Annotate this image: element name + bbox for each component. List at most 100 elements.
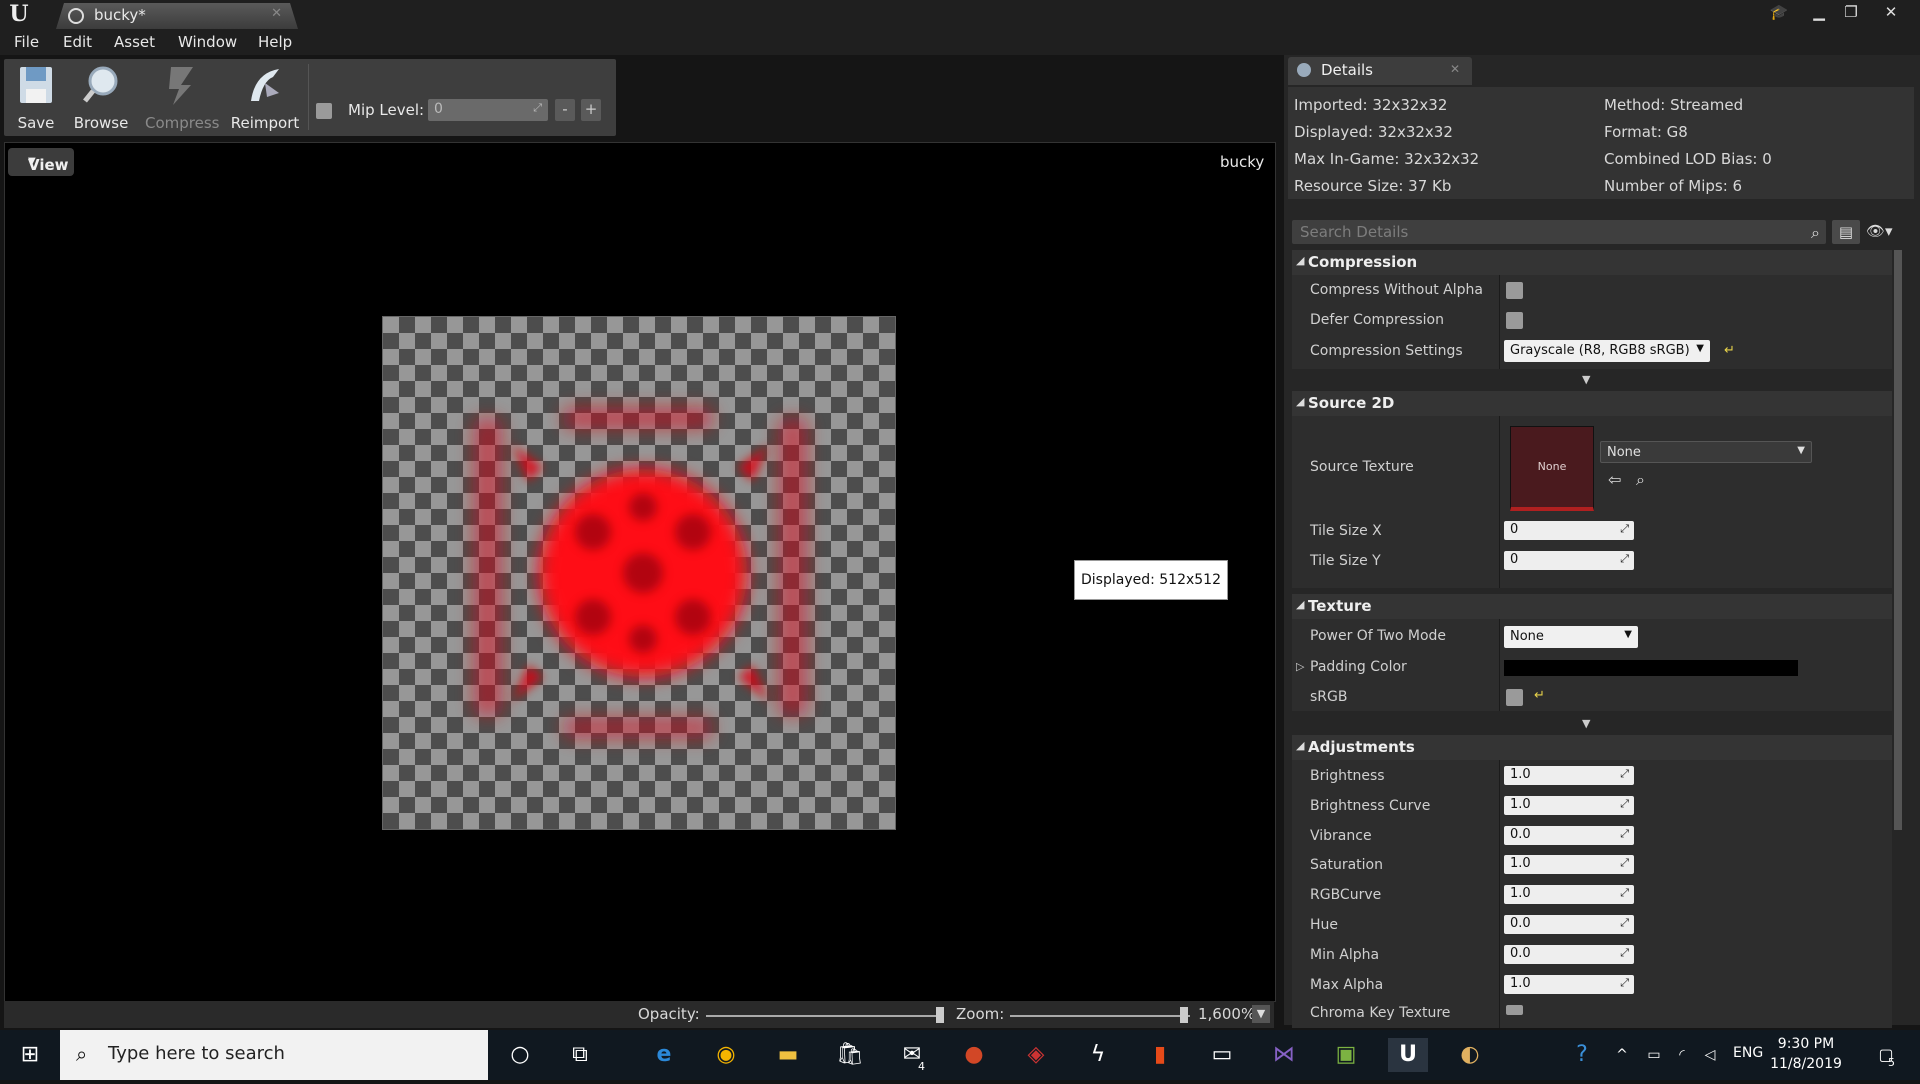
terminal-icon[interactable]: ▭ [1202,1038,1242,1072]
reset-to-default-icon[interactable]: ↵ [1534,688,1545,703]
min-alpha-label: Min Alpha [1310,947,1380,963]
chevron-down-icon: ▼ [1797,445,1805,456]
property-matrix-icon[interactable]: ▤ [1832,220,1860,244]
browse-asset-search-icon[interactable]: ⌕ [1636,470,1645,490]
browse-button[interactable]: Browse [70,59,132,136]
close-tab-icon[interactable]: ✕ [271,6,282,21]
system-clock[interactable]: 9:30 PM 11/8/2019 [1766,1034,1846,1074]
mip-level-checkbox[interactable] [316,103,332,119]
padding-color-swatch[interactable] [1504,660,1798,676]
category-source-2d[interactable]: ◢ Source 2D [1292,391,1892,416]
tile-size-x-label: Tile Size X [1310,523,1382,539]
document-tab[interactable]: bucky* ✕ [56,3,298,29]
opacity-slider-handle[interactable] [936,1007,944,1023]
windows-start-icon[interactable]: ⊞ [0,1030,60,1080]
brightness-curve-label: Brightness Curve [1310,798,1431,814]
spinner-icon: ⤢ [1620,552,1629,565]
brightness-input[interactable]: 1.0 ⤢ [1504,766,1634,785]
source-texture-label: Source Texture [1310,459,1414,475]
srgb-checkbox[interactable] [1506,689,1523,706]
cortana-icon[interactable]: ○ [500,1038,540,1072]
mail-icon[interactable]: ✉ 4 [892,1038,932,1073]
menu-file[interactable]: File [14,33,39,51]
learn-icon[interactable]: 🎓 [1766,2,1792,22]
chroma-key-texture-checkbox[interactable] [1506,1005,1523,1015]
power-of-two-mode-dropdown[interactable]: None ▼ [1504,626,1638,648]
reimport-button[interactable]: Reimport [228,59,302,136]
mip-decrement-button[interactable]: - [555,99,575,121]
game-app-icon[interactable]: ◈ [1016,1038,1056,1072]
source-texture-value: None [1607,445,1641,460]
spinner-icon: ⤢ [1620,767,1629,780]
save-label: Save [17,114,55,132]
menu-edit[interactable]: Edit [63,33,92,51]
zoom-dropdown-icon[interactable]: ▼ [1252,1005,1270,1023]
view-menu-button[interactable]: View ▼ [8,148,74,176]
minimize-button[interactable]: ▁ [1806,2,1832,22]
volume-icon[interactable]: ◁ [1690,1038,1730,1072]
taskbar-search-box[interactable]: ⌕ Type here to search [60,1030,488,1080]
max-alpha-input[interactable]: 1.0 ⤢ [1504,975,1634,994]
file-explorer-icon[interactable]: ▬ [768,1038,808,1072]
advanced-expand-icon[interactable]: ▼ [1582,373,1590,386]
details-tab[interactable]: Details ✕ [1288,57,1472,85]
mip-level-input[interactable]: 0 ⤢ [428,99,548,121]
hue-input[interactable]: 0.0 ⤢ [1504,915,1634,934]
srgb-label: sRGB [1310,689,1348,705]
reset-to-default-icon[interactable]: ↵ [1724,343,1735,358]
min-alpha-input[interactable]: 0.0 ⤢ [1504,945,1634,964]
category-adjustments[interactable]: ◢ Adjustments [1292,735,1892,760]
view-options-eye-icon[interactable]: 👁▾ [1866,222,1893,240]
zoom-slider[interactable] [1010,1015,1190,1017]
office-icon[interactable]: ▮ [1140,1038,1180,1072]
spinner-icon: ⤢ [533,101,542,114]
opacity-slider[interactable] [706,1015,944,1017]
mip-increment-button[interactable]: + [581,99,601,121]
defer-compression-checkbox[interactable] [1506,312,1523,329]
close-tab-icon[interactable]: ✕ [1450,62,1460,76]
paint-icon[interactable]: ◐ [1450,1038,1490,1072]
close-window-button[interactable]: ✕ [1878,2,1904,22]
search-details-input[interactable]: Search Details ⌕ [1292,220,1826,244]
help-icon[interactable]: ? [1562,1038,1602,1072]
menu-help[interactable]: Help [258,33,292,51]
rgbcurve-input[interactable]: 1.0 ⤢ [1504,885,1634,904]
use-selected-asset-icon[interactable]: ⇦ [1608,470,1621,489]
category-texture[interactable]: ◢ Texture [1292,594,1892,619]
image-editor-icon[interactable]: ▣ [1326,1038,1366,1072]
compress-without-alpha-checkbox[interactable] [1506,282,1523,299]
brightness-curve-input[interactable]: 1.0 ⤢ [1504,796,1634,815]
source-texture-asset-picker[interactable]: None ▼ [1600,441,1812,463]
vibrance-input[interactable]: 0.0 ⤢ [1504,826,1634,845]
maximize-button[interactable]: ❐ [1838,2,1864,22]
store-icon[interactable]: 🛍 [830,1038,870,1072]
spinner-icon: ⤢ [1620,886,1629,899]
expand-arrow-icon[interactable]: ▷ [1296,660,1304,673]
visual-studio-icon[interactable]: ⋈ [1264,1038,1304,1072]
lightning-app-icon[interactable]: ϟ [1078,1038,1118,1072]
compress-button[interactable]: Compress [145,59,219,136]
unreal-engine-taskbar-icon[interactable]: U [1388,1038,1428,1072]
advanced-expand-icon[interactable]: ▼ [1582,717,1590,730]
chrome-icon[interactable]: ◉ [706,1038,746,1072]
save-icon [20,67,52,103]
notification-center-icon[interactable]: ▢ 5 [1866,1038,1906,1072]
compression-settings-dropdown[interactable]: Grayscale (R8, RGB8 sRGB) ▼ [1504,340,1710,362]
zoom-slider-handle[interactable] [1180,1007,1188,1023]
details-scrollbar[interactable] [1894,250,1902,830]
column-divider [1499,416,1500,588]
language-indicator[interactable]: ENG [1733,1045,1763,1061]
category-compression[interactable]: ◢ Compression [1292,250,1892,275]
menu-asset[interactable]: Asset [114,33,155,51]
task-view-icon[interactable]: ⧉ [560,1038,600,1072]
notification-count: 5 [1888,1056,1895,1069]
saturation-input[interactable]: 1.0 ⤢ [1504,855,1634,874]
edge-browser-icon[interactable]: e [644,1038,684,1072]
tile-size-y-input[interactable]: 0 ⤢ [1504,551,1634,570]
powerpoint-icon[interactable]: ● [954,1038,994,1072]
save-button[interactable]: Save [5,59,67,136]
menu-window[interactable]: Window [178,33,237,51]
spinner-icon: ⤢ [1620,856,1629,869]
source-texture-thumbnail[interactable]: None [1510,426,1594,511]
tile-size-x-input[interactable]: 0 ⤢ [1504,521,1634,540]
